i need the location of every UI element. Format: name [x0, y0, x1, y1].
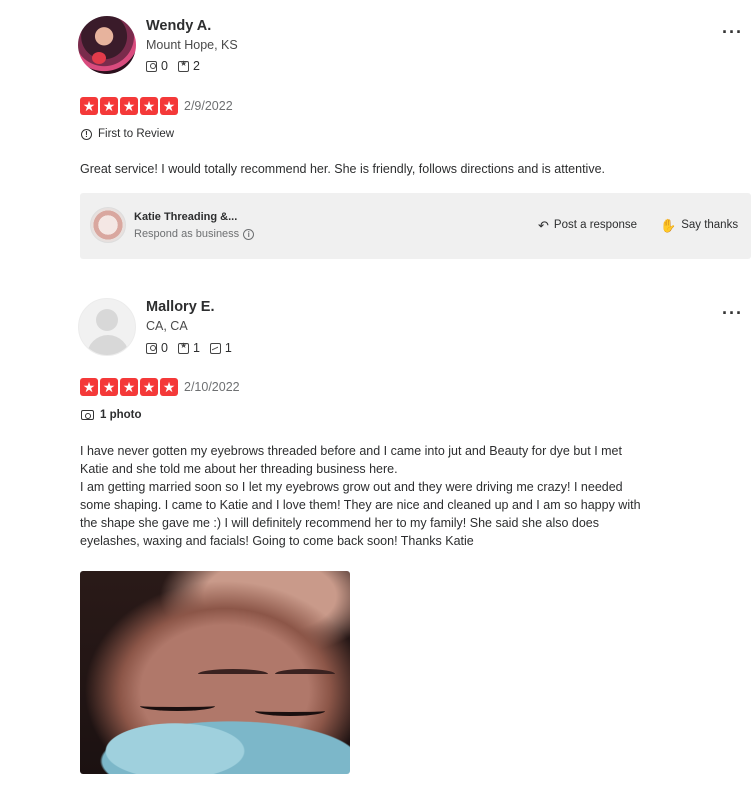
- review-text-line: the shape she gave me :) I will definite…: [80, 516, 600, 530]
- photos-count: 1: [224, 341, 232, 355]
- review-date: 2/10/2022: [184, 380, 240, 394]
- photo-eyebrow-right: [275, 669, 335, 679]
- more-options-icon[interactable]: ···: [722, 303, 743, 324]
- photo-count-link[interactable]: 1 photo: [81, 409, 142, 421]
- star-icon: ★: [100, 378, 118, 396]
- camera-icon: [81, 410, 94, 420]
- user-location: CA, CA: [146, 319, 188, 333]
- user-avatar[interactable]: [78, 298, 136, 356]
- review-photo[interactable]: [80, 571, 350, 774]
- user-name[interactable]: Mallory E.: [146, 299, 215, 315]
- user-stats: 0 1 1: [146, 341, 238, 355]
- reviews-count: 1: [192, 341, 200, 355]
- photo-eyebrow-left: [198, 669, 268, 679]
- star-icon: ★: [120, 378, 138, 396]
- reviews-icon: [177, 341, 189, 354]
- star-icon: ★: [160, 378, 178, 396]
- review-text-line: eyelashes, waxing and facials! Going to …: [80, 534, 474, 548]
- review-text-line: I am getting married soon so I let my ey…: [80, 480, 623, 494]
- friends-icon: [146, 342, 157, 354]
- photos-icon: [209, 342, 221, 354]
- star-rating: ★ ★ ★ ★ ★: [80, 378, 178, 396]
- default-avatar-body: [87, 335, 129, 355]
- photo-eyelash-right: [255, 706, 325, 716]
- review-text-line: some shaping. I came to Katie and I love…: [80, 498, 641, 512]
- friends-count: 0: [161, 341, 168, 355]
- star-icon: ★: [80, 378, 98, 396]
- photo-eyelash-left: [140, 701, 215, 711]
- star-icon: ★: [140, 378, 158, 396]
- photo-count-label: 1 photo: [100, 409, 142, 421]
- default-avatar-head: [96, 309, 118, 331]
- review-text: I have never gotten my eyebrows threaded…: [80, 442, 680, 550]
- review-text-line: Katie and she told me about her threadin…: [80, 462, 398, 476]
- review-text-line: I have never gotten my eyebrows threaded…: [80, 444, 622, 458]
